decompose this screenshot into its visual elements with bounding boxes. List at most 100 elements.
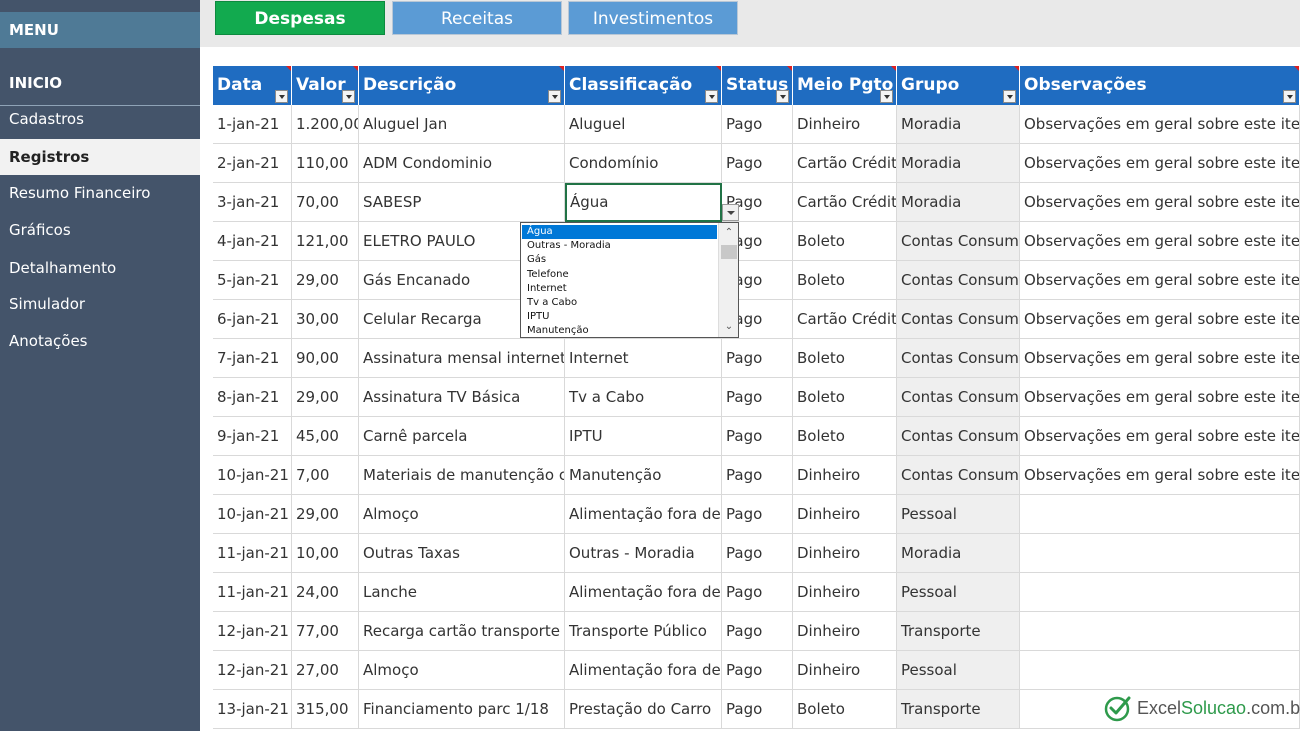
cell-description[interactable]: Materiais de manutenção casa bbox=[359, 456, 565, 495]
cell-description[interactable]: ADM Condominio bbox=[359, 144, 565, 183]
cell-value[interactable]: 90,00 bbox=[292, 339, 359, 378]
filter-dropdown-icon[interactable] bbox=[342, 90, 355, 103]
cell-value[interactable]: 10,00 bbox=[292, 534, 359, 573]
cell-classification[interactable]: Internet bbox=[565, 339, 722, 378]
cell-group[interactable]: Contas Consumo bbox=[897, 261, 1020, 300]
cell-notes[interactable] bbox=[1020, 651, 1300, 690]
cell-description[interactable]: Lanche bbox=[359, 573, 565, 612]
cell-notes[interactable] bbox=[1020, 534, 1300, 573]
cell-date[interactable]: 12-jan-21 bbox=[213, 612, 292, 651]
cell-date[interactable]: 1-jan-21 bbox=[213, 105, 292, 144]
cell-date[interactable]: 11-jan-21 bbox=[213, 573, 292, 612]
cell-classification[interactable]: Aluguel bbox=[565, 105, 722, 144]
cell-classification[interactable]: Alimentação fora de casa bbox=[565, 573, 722, 612]
cell-payment-method[interactable]: Dinheiro bbox=[793, 456, 897, 495]
cell-classification[interactable]: Condomínio bbox=[565, 144, 722, 183]
cell-notes[interactable]: Observações em geral sobre este item bbox=[1020, 339, 1300, 378]
nav-item-detalhamento[interactable]: Detalhamento bbox=[0, 250, 200, 286]
nav-item-anotacoes[interactable]: Anotações bbox=[0, 323, 200, 359]
cell-payment-method[interactable]: Dinheiro bbox=[793, 612, 897, 651]
filter-dropdown-icon[interactable] bbox=[880, 90, 893, 103]
dropdown-option[interactable]: Internet bbox=[522, 282, 717, 296]
cell-payment-method[interactable]: Cartão Crédito bbox=[793, 144, 897, 183]
cell-notes[interactable]: Observações em geral sobre este item bbox=[1020, 261, 1300, 300]
cell-classification[interactable]: Prestação do Carro bbox=[565, 690, 722, 729]
cell-payment-method[interactable]: Boleto bbox=[793, 222, 897, 261]
cell-payment-method[interactable]: Dinheiro bbox=[793, 651, 897, 690]
cell-description[interactable]: Almoço bbox=[359, 495, 565, 534]
tab-receitas[interactable]: Receitas bbox=[392, 1, 562, 35]
cell-status[interactable]: Pago bbox=[722, 144, 793, 183]
cell-value[interactable]: 27,00 bbox=[292, 651, 359, 690]
dropdown-arrow-button[interactable] bbox=[722, 204, 739, 221]
cell-description[interactable]: Assinatura mensal internet bbox=[359, 339, 565, 378]
scroll-thumb[interactable] bbox=[721, 245, 737, 259]
cell-value[interactable]: 1.200,00 bbox=[292, 105, 359, 144]
cell-status[interactable]: Pago bbox=[722, 417, 793, 456]
cell-date[interactable]: 6-jan-21 bbox=[213, 300, 292, 339]
cell-group[interactable]: Contas Consumo bbox=[897, 222, 1020, 261]
cell-payment-method[interactable]: Boleto bbox=[793, 339, 897, 378]
cell-payment-method[interactable]: Boleto bbox=[793, 378, 897, 417]
cell-group[interactable]: Contas Consumo bbox=[897, 378, 1020, 417]
cell-description[interactable]: Outras Taxas bbox=[359, 534, 565, 573]
classification-dropdown-list[interactable]: ⌃ ⌄ Água Outras - Moradia Gás Telefone Inter… bbox=[520, 222, 739, 338]
dropdown-option[interactable]: Tv a Cabo bbox=[522, 296, 717, 310]
filter-dropdown-icon[interactable] bbox=[548, 90, 561, 103]
cell-value[interactable]: 29,00 bbox=[292, 261, 359, 300]
cell-group[interactable]: Contas Consumo bbox=[897, 300, 1020, 339]
cell-description[interactable]: Recarga cartão transporte bbox=[359, 612, 565, 651]
cell-status[interactable]: Pago bbox=[722, 534, 793, 573]
cell-payment-method[interactable]: Boleto bbox=[793, 261, 897, 300]
cell-notes[interactable]: Observações em geral sobre este item bbox=[1020, 144, 1300, 183]
dropdown-option[interactable]: Outras - Moradia bbox=[522, 239, 717, 253]
cell-payment-method[interactable]: Boleto bbox=[793, 690, 897, 729]
cell-date[interactable]: 5-jan-21 bbox=[213, 261, 292, 300]
cell-group[interactable]: Moradia bbox=[897, 105, 1020, 144]
cell-group[interactable]: Moradia bbox=[897, 144, 1020, 183]
cell-date[interactable]: 13-jan-21 bbox=[213, 690, 292, 729]
cell-payment-method[interactable]: Dinheiro bbox=[793, 534, 897, 573]
cell-status[interactable]: Pago bbox=[722, 573, 793, 612]
cell-payment-method[interactable]: Dinheiro bbox=[793, 495, 897, 534]
cell-status[interactable]: Pago bbox=[722, 495, 793, 534]
cell-notes[interactable]: Observações em geral sobre este item bbox=[1020, 183, 1300, 222]
cell-notes[interactable] bbox=[1020, 612, 1300, 651]
cell-value[interactable]: 45,00 bbox=[292, 417, 359, 456]
cell-date[interactable]: 12-jan-21 bbox=[213, 651, 292, 690]
filter-dropdown-icon[interactable] bbox=[1283, 90, 1296, 103]
cell-group[interactable]: Transporte bbox=[897, 612, 1020, 651]
cell-group[interactable]: Contas Consumo bbox=[897, 456, 1020, 495]
cell-description[interactable]: Aluguel Jan bbox=[359, 105, 565, 144]
cell-value[interactable]: 7,00 bbox=[292, 456, 359, 495]
cell-notes[interactable] bbox=[1020, 495, 1300, 534]
cell-classification[interactable]: Tv a Cabo bbox=[565, 378, 722, 417]
cell-status[interactable]: Pago bbox=[722, 456, 793, 495]
nav-item-inicio[interactable]: INICIO bbox=[0, 65, 200, 101]
cell-date[interactable]: 10-jan-21 bbox=[213, 495, 292, 534]
tab-despesas[interactable]: Despesas bbox=[215, 1, 385, 35]
cell-notes[interactable]: Observações em geral sobre este item bbox=[1020, 300, 1300, 339]
cell-date[interactable]: 9-jan-21 bbox=[213, 417, 292, 456]
cell-payment-method[interactable]: Cartão Crédito bbox=[793, 300, 897, 339]
cell-group[interactable]: Contas Consumo bbox=[897, 339, 1020, 378]
cell-description[interactable]: Almoço bbox=[359, 651, 565, 690]
cell-notes[interactable]: Observações em geral sobre este item bbox=[1020, 417, 1300, 456]
cell-status[interactable]: Pago bbox=[722, 378, 793, 417]
cell-status[interactable]: Pago bbox=[722, 105, 793, 144]
cell-value[interactable]: 29,00 bbox=[292, 378, 359, 417]
cell-group[interactable]: Moradia bbox=[897, 183, 1020, 222]
cell-notes[interactable]: Observações em geral sobre este item bbox=[1020, 105, 1300, 144]
cell-date[interactable]: 7-jan-21 bbox=[213, 339, 292, 378]
dropdown-option[interactable]: IPTU bbox=[522, 310, 717, 324]
cell-group[interactable]: Transporte bbox=[897, 690, 1020, 729]
cell-value[interactable]: 315,00 bbox=[292, 690, 359, 729]
cell-value[interactable]: 70,00 bbox=[292, 183, 359, 222]
cell-group[interactable]: Contas Consumo bbox=[897, 417, 1020, 456]
dropdown-option[interactable]: Manutenção bbox=[522, 324, 717, 338]
dropdown-option[interactable]: Gás bbox=[522, 253, 717, 267]
nav-item-cadastros[interactable]: Cadastros bbox=[0, 101, 200, 137]
cell-group[interactable]: Pessoal bbox=[897, 573, 1020, 612]
cell-status[interactable]: Pago bbox=[722, 612, 793, 651]
cell-group[interactable]: Pessoal bbox=[897, 495, 1020, 534]
